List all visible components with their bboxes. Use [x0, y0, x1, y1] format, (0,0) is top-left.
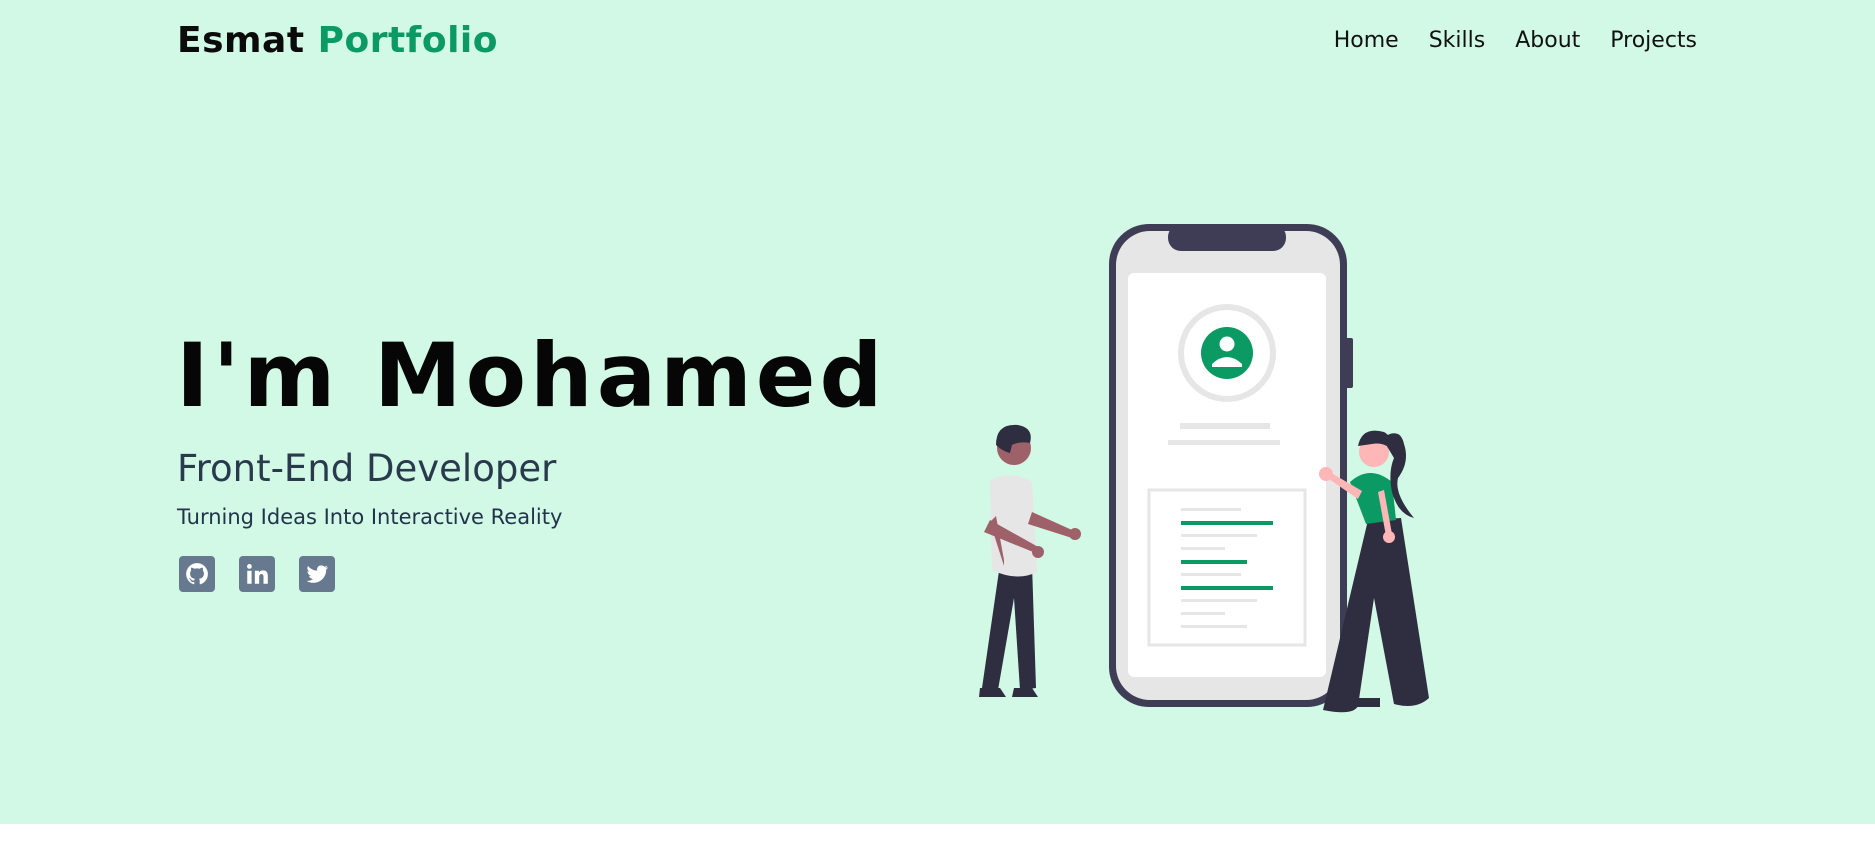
man-figure	[979, 424, 1081, 697]
hero-illustration	[979, 224, 1429, 713]
site-logo[interactable]: Esmat Portfolio	[177, 20, 498, 61]
logo-accent: Portfolio	[317, 20, 498, 61]
hero-section: Esmat Portfolio Home Skills About Projec…	[0, 0, 1875, 824]
profile-avatar-icon	[1178, 304, 1276, 402]
github-icon[interactable]	[179, 556, 215, 592]
hero-tagline: Turning Ideas Into Interactive Reality	[177, 505, 563, 529]
nav-about[interactable]: About	[1515, 28, 1580, 53]
nav-skills[interactable]: Skills	[1429, 28, 1486, 53]
social-links	[179, 556, 335, 592]
phone-illustration	[1109, 224, 1353, 707]
logo-name: Esmat	[177, 20, 305, 61]
linkedin-icon[interactable]	[239, 556, 275, 592]
hero-role: Front-End Developer	[177, 447, 557, 490]
twitter-icon[interactable]	[299, 556, 335, 592]
hero-title: I'm Mohamed	[176, 324, 887, 427]
nav-projects[interactable]: Projects	[1610, 28, 1697, 53]
nav-home[interactable]: Home	[1334, 28, 1399, 53]
main-nav: Home Skills About Projects	[1334, 28, 1697, 53]
